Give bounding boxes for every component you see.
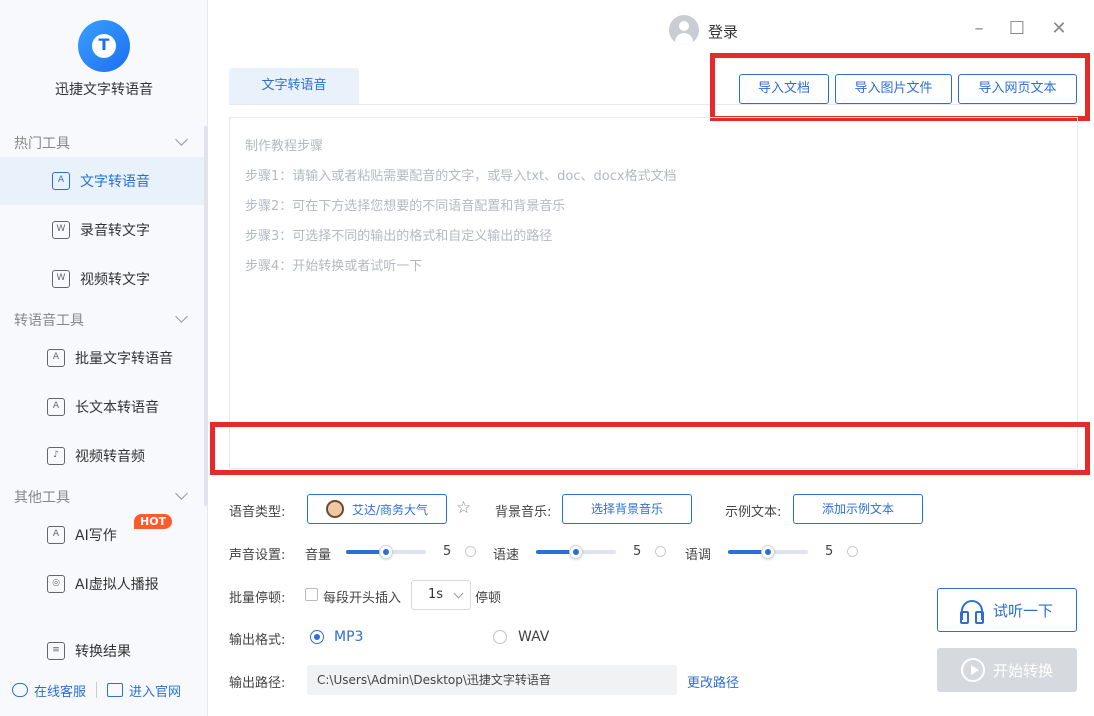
volume-label: 音量	[305, 548, 332, 563]
format-wav-radio[interactable]	[493, 630, 507, 644]
online-service-link[interactable]: 在线客服	[12, 681, 86, 700]
sidebar-item-ai-write[interactable]: A AI写作	[0, 511, 204, 559]
speed-value: 5	[633, 544, 642, 559]
reset-pitch-icon[interactable]	[847, 546, 858, 557]
sidebar-scrollbar[interactable]	[204, 126, 208, 506]
speed-label: 语速	[493, 548, 520, 563]
hot-badge: HOT	[134, 514, 173, 529]
editor-placeholder-line: 步骤2：可在下方选择您想要的不同语音配置和背景音乐	[245, 199, 566, 214]
listen-button[interactable]: 试听一下	[937, 588, 1077, 632]
sidebar: T 迅捷文字转语音 热门工具 A 文字转语音 W 录音转文字 W 视频转文字 转语音工…	[0, 0, 208, 716]
group-hot-tools[interactable]: 热门工具	[14, 133, 194, 153]
pause-label: 批量停顿:	[229, 591, 286, 606]
sidebar-footer: 在线客服 进入官网	[0, 676, 208, 704]
pause-checkbox[interactable]	[305, 588, 318, 601]
minimize-icon[interactable]: –	[968, 18, 990, 40]
path-label: 输出路径:	[229, 676, 286, 691]
pitch-label: 语调	[685, 548, 712, 563]
pause-check-label: 每段开头插入	[323, 591, 402, 606]
voice-avatar-icon	[325, 500, 344, 518]
sidebar-item-batch-text[interactable]: A 批量文字转语音	[0, 334, 204, 382]
chevron-down-icon	[453, 588, 464, 599]
pitch-knob[interactable]	[761, 545, 775, 559]
tab-text-to-speech[interactable]: 文字转语音	[229, 68, 359, 104]
sidebar-item-video-to-audio[interactable]: ♪ 视频转音频	[0, 432, 204, 480]
volume-slider[interactable]	[346, 545, 426, 559]
website-link[interactable]: 进入官网	[107, 681, 181, 700]
format-mp3-label: MP3	[334, 629, 364, 645]
volume-value: 5	[443, 544, 452, 559]
reset-speed-icon[interactable]	[655, 546, 666, 557]
video-to-audio-icon: ♪	[47, 447, 65, 465]
sidebar-item-audio-to-text[interactable]: W 录音转文字	[0, 206, 204, 254]
sound-settings-label: 声音设置:	[229, 548, 286, 563]
start-convert-button[interactable]: 开始转换	[937, 648, 1077, 692]
batch-text-icon: A	[47, 349, 65, 367]
headphones-icon	[959, 600, 984, 624]
group-speech-tools[interactable]: 转语音工具	[14, 310, 194, 330]
add-sample-button[interactable]: 添加示例文本	[793, 494, 923, 524]
audio-to-text-icon: W	[52, 221, 70, 239]
headset-icon	[12, 683, 28, 697]
sidebar-item-text-to-speech[interactable]: A 文字转语音	[0, 157, 204, 205]
long-text-icon: A	[47, 398, 65, 416]
format-mp3-radio[interactable]	[310, 630, 324, 644]
ai-write-icon: A	[47, 526, 65, 544]
user-avatar-icon[interactable]	[669, 15, 699, 45]
highlight-box-editor-bottom	[210, 422, 1090, 475]
text-to-speech-icon: A	[52, 172, 70, 190]
reset-volume-icon[interactable]	[465, 546, 476, 557]
select-bgm-button[interactable]: 选择背景音乐	[562, 494, 692, 524]
maximize-icon[interactable]: ☐	[1006, 18, 1028, 40]
pause-suffix: 停顿	[475, 591, 502, 606]
editor-placeholder-line: 步骤3：可选择不同的输出的格式和自定义输出的路径	[245, 229, 553, 244]
change-path-link[interactable]: 更改路径	[687, 672, 739, 691]
result-icon: ≡	[47, 642, 65, 660]
format-wav-label: WAV	[518, 629, 550, 645]
app-logo-icon: T	[78, 20, 130, 72]
output-path-field[interactable]: C:\Users\Admin\Desktop\迅捷文字转语音	[307, 665, 677, 695]
monitor-icon	[107, 683, 124, 697]
sidebar-item-result[interactable]: ≡ 转换结果	[0, 627, 204, 675]
speed-slider[interactable]	[536, 545, 616, 559]
login-link[interactable]: 登录	[708, 21, 738, 42]
text-editor[interactable]: 制作教程步骤 步骤1：请输入或者粘贴需要配音的文字，或导入txt、doc、doc…	[229, 117, 1078, 469]
app-name: 迅捷文字转语音	[55, 82, 153, 98]
voice-select-button[interactable]: 艾达/商务大气	[307, 494, 447, 524]
chevron-down-icon	[175, 133, 188, 146]
divider	[96, 682, 98, 698]
editor-placeholder-line: 步骤4：开始转换或者试听一下	[245, 259, 423, 274]
group-other-tools[interactable]: 其他工具	[14, 487, 194, 507]
volume-knob[interactable]	[379, 545, 393, 559]
sidebar-item-video-to-text[interactable]: W 视频转文字	[0, 255, 204, 303]
format-label: 输出格式:	[229, 633, 286, 648]
close-icon[interactable]: ✕	[1048, 18, 1070, 40]
pitch-slider[interactable]	[728, 545, 808, 559]
pitch-value: 5	[825, 544, 834, 559]
pause-duration-select[interactable]: 1s	[411, 580, 471, 610]
favorite-star-icon[interactable]: ☆	[456, 498, 471, 518]
video-to-text-icon: W	[52, 270, 70, 288]
sidebar-item-ai-avatar[interactable]: ◎ AI虚拟人播报	[0, 560, 204, 608]
editor-placeholder-line: 制作教程步骤	[245, 139, 324, 154]
bgm-label: 背景音乐:	[495, 505, 552, 520]
chevron-down-icon	[175, 310, 188, 323]
highlight-box-import	[710, 53, 1090, 121]
sidebar-item-long-text[interactable]: A 长文本转语音	[0, 383, 204, 431]
chevron-down-icon	[175, 487, 188, 500]
voice-type-label: 语音类型:	[229, 505, 286, 520]
speed-knob[interactable]	[569, 545, 583, 559]
sample-text-label: 示例文本:	[725, 505, 782, 520]
editor-placeholder-line: 步骤1：请输入或者粘贴需要配音的文字，或导入txt、doc、docx格式文档	[245, 169, 677, 184]
play-icon	[960, 658, 985, 682]
ai-avatar-icon: ◎	[47, 575, 65, 593]
